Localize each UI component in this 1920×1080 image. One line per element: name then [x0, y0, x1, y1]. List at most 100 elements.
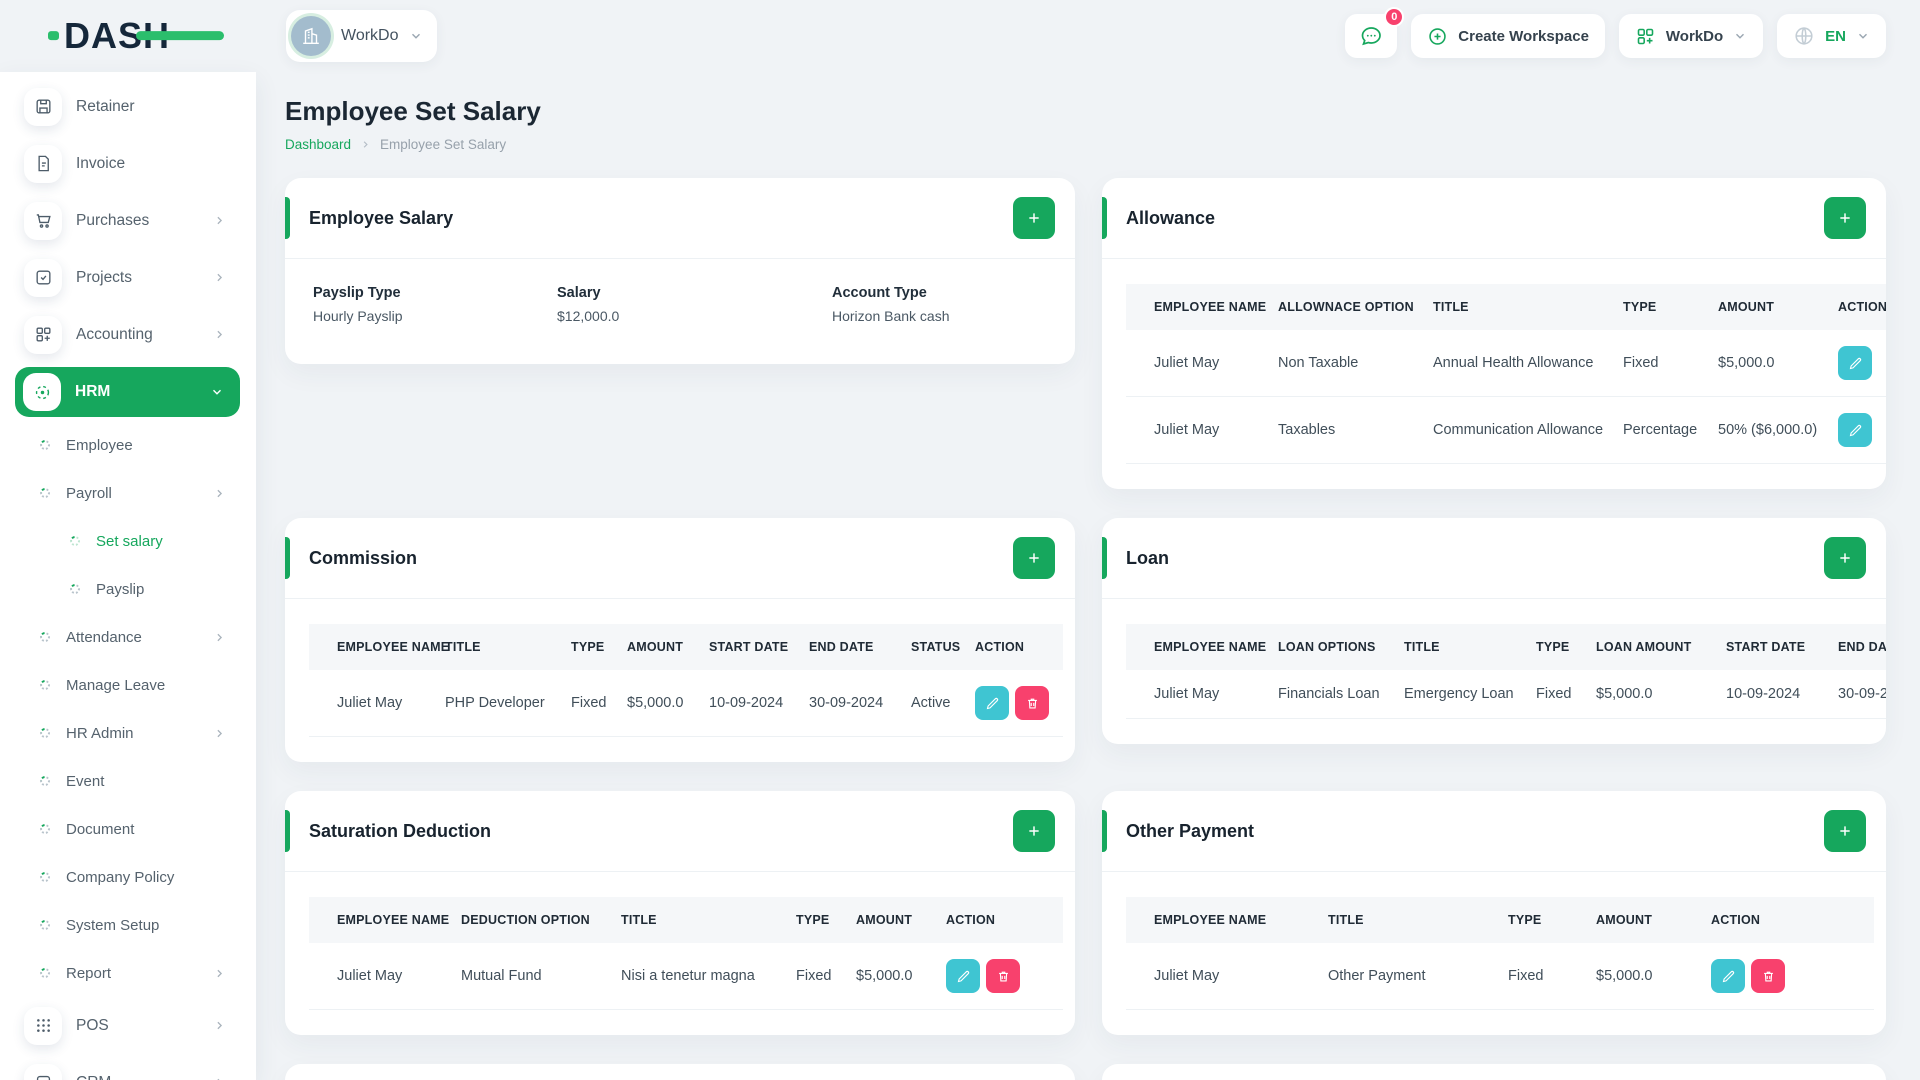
edit-button[interactable]	[1838, 413, 1872, 447]
card-title: Employee Salary	[309, 207, 454, 228]
sidebar-item-invoice[interactable]: Invoice	[0, 135, 256, 192]
add-saturation-deduction-button[interactable]	[1013, 810, 1055, 852]
grid-plus-icon	[24, 315, 62, 354]
add-allowance-button[interactable]	[1824, 197, 1866, 239]
page-title: Employee Set Salary	[285, 96, 541, 126]
edit-button[interactable]	[1711, 959, 1745, 993]
top-right-actions: 0 Create Workspace WorkDo EN	[1345, 7, 1886, 58]
logo-dash-icon	[136, 31, 224, 41]
add-loan-button[interactable]	[1824, 537, 1866, 579]
workspace-label: WorkDo	[341, 27, 399, 44]
plus-icon	[1029, 213, 1039, 223]
pencil-icon	[1849, 424, 1861, 436]
card-header: Company Contribution	[1102, 1064, 1886, 1080]
bullet-icon	[38, 726, 52, 740]
other-payment-table: EMPLOYEE NAME TITLE TYPE AMOUNT ACTION J…	[1126, 897, 1874, 1010]
table-header-row: EMPLOYEE NAME ALLOWNACE OPTION TITLE TYP…	[1126, 284, 1886, 330]
sidebar-item-system-setup[interactable]: System Setup	[0, 901, 256, 949]
plus-circle-icon	[1429, 27, 1447, 45]
card-loan: Loan EMPLOYEE NAME LOAN OPTIONS TITLE TY…	[1102, 518, 1886, 744]
language-button[interactable]: EN	[1777, 14, 1886, 58]
edit-employee-salary-button[interactable]	[1013, 197, 1055, 239]
table-header-row: EMPLOYEE NAME DEDUCTION OPTION TITLE TYP…	[309, 897, 1063, 943]
language-label: EN	[1825, 27, 1846, 45]
sidebar-item-pos[interactable]: POS	[0, 997, 256, 1054]
workspace-avatar	[291, 16, 331, 56]
sidebar-item-set-salary[interactable]: Set salary	[0, 517, 256, 565]
add-other-payment-button[interactable]	[1824, 810, 1866, 852]
bullet-icon	[38, 870, 52, 884]
sidebar-item-hr-admin[interactable]: HR Admin	[0, 709, 256, 757]
table-row: Juliet May Financials Loan Emergency Loa…	[1126, 670, 1886, 719]
delete-button[interactable]	[1751, 959, 1785, 993]
table-row: Juliet May Other Payment Fixed $5,000.0	[1126, 943, 1874, 1010]
check-square-icon	[24, 258, 62, 297]
table-row: Juliet May Taxables Communication Allowa…	[1126, 396, 1886, 464]
breadcrumb: Dashboard Employee Set Salary	[285, 137, 1886, 152]
crm-icon	[24, 1063, 62, 1080]
messages-button[interactable]: 0	[1345, 7, 1405, 58]
table-row: Juliet May Non Taxable Annual Health All…	[1126, 330, 1886, 397]
card-header: Saturation Deduction	[285, 791, 1075, 872]
grid-plus-icon	[1637, 28, 1654, 44]
card-header: Employee Salary	[285, 178, 1075, 259]
plus-icon	[1840, 826, 1850, 836]
sidebar-item-purchases[interactable]: Purchases	[0, 192, 256, 249]
sidebar-item-company-policy[interactable]: Company Policy	[0, 853, 256, 901]
create-workspace-button[interactable]: Create Workspace	[1411, 14, 1605, 58]
sidebar-item-payslip[interactable]: Payslip	[0, 565, 256, 613]
sidebar-item-retainer[interactable]: Retainer	[0, 78, 256, 135]
chevron-right-icon	[217, 330, 223, 339]
sidebar-item-report[interactable]: Report	[0, 949, 256, 997]
chevron-right-icon	[363, 141, 368, 148]
workdo-menu-button[interactable]: WorkDo	[1618, 14, 1764, 58]
app-logo: DASH	[48, 15, 224, 57]
sidebar-item-hrm[interactable]: HRM	[15, 367, 240, 417]
delete-button[interactable]	[986, 959, 1020, 993]
card-commission: Commission EMPLOYEE NAME TITLE TYPE AMOU…	[285, 518, 1075, 762]
chevron-down-icon	[1859, 33, 1867, 39]
sidebar-item-employee[interactable]: Employee	[0, 421, 256, 469]
workdo-menu-label: WorkDo	[1665, 27, 1724, 45]
sidebar-item-payroll[interactable]: Payroll	[0, 469, 256, 517]
chevron-down-icon	[1736, 33, 1745, 39]
delete-button[interactable]	[1015, 686, 1049, 720]
bullet-icon	[38, 822, 52, 836]
sidebar: Retainer Invoice Purchases Projects Acco…	[0, 72, 256, 1080]
bullet-icon	[68, 582, 82, 596]
card-header: Loan	[1102, 518, 1886, 599]
sidebar-item-projects[interactable]: Projects	[0, 249, 256, 306]
edit-button[interactable]	[975, 686, 1009, 720]
bullet-icon	[38, 486, 52, 500]
chat-icon	[1361, 27, 1382, 46]
allowance-table: EMPLOYEE NAME ALLOWNACE OPTION TITLE TYP…	[1126, 284, 1886, 464]
table-header-row: EMPLOYEE NAME LOAN OPTIONS TITLE TYPE LO…	[1126, 624, 1886, 670]
card-title: Saturation Deduction	[309, 820, 492, 841]
cards-grid: Employee Salary Payslip Type Hourly Pays…	[285, 178, 1886, 1080]
pencil-icon	[1849, 357, 1861, 369]
sidebar-item-manage-leave[interactable]: Manage Leave	[0, 661, 256, 709]
card-header: Commission	[285, 518, 1075, 599]
sidebar-item-accounting[interactable]: Accounting	[0, 306, 256, 363]
field-account-type: Account Type Horizon Bank cash	[832, 285, 950, 324]
card-allowance: Allowance EMPLOYEE NAME ALLOWNACE OPTION…	[1102, 178, 1886, 489]
invoice-icon	[24, 144, 62, 183]
add-commission-button[interactable]	[1013, 537, 1055, 579]
edit-button[interactable]	[946, 959, 980, 993]
hrm-icon	[23, 373, 61, 411]
card-saturation-deduction: Saturation Deduction EMPLOYEE NAME DEDUC…	[285, 791, 1075, 1035]
edit-button[interactable]	[1838, 346, 1872, 380]
breadcrumb-dashboard-link[interactable]: Dashboard	[285, 137, 351, 152]
bullet-icon	[38, 630, 52, 644]
card-title: Loan	[1126, 547, 1169, 568]
messages-badge: 0	[1384, 7, 1405, 27]
sidebar-item-event[interactable]: Event	[0, 757, 256, 805]
chevron-right-icon	[217, 633, 223, 641]
sidebar-item-crm[interactable]: CRM	[0, 1054, 256, 1080]
sidebar-item-document[interactable]: Document	[0, 805, 256, 853]
workspace-switcher[interactable]: WorkDo	[286, 10, 437, 62]
sidebar-item-attendance[interactable]: Attendance	[0, 613, 256, 661]
globe-icon	[1795, 27, 1813, 45]
cart-icon	[24, 201, 62, 240]
chevron-right-icon	[217, 273, 223, 282]
